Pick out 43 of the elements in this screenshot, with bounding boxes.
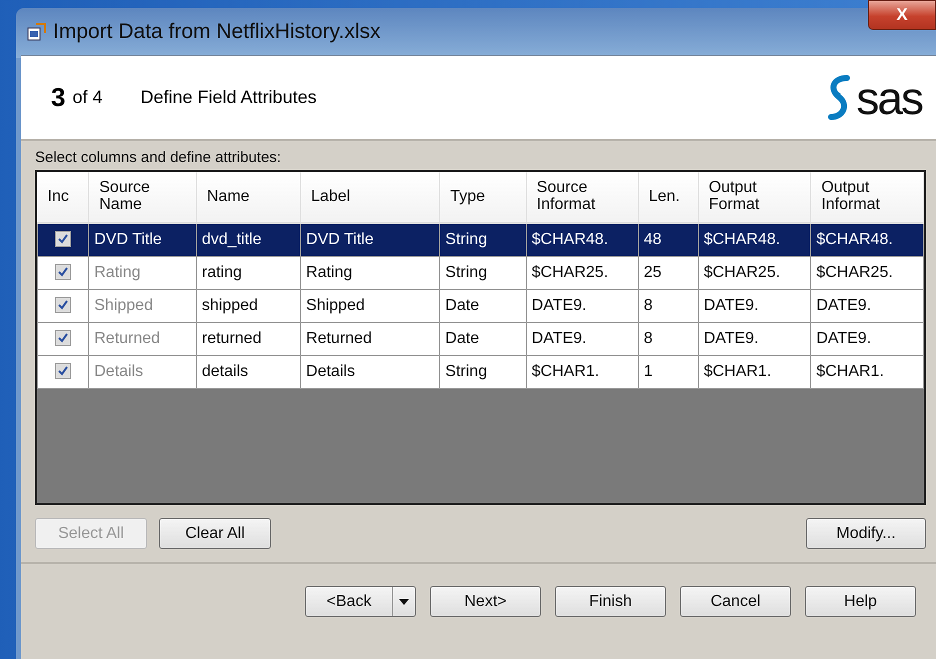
table-cell: String xyxy=(440,356,526,388)
table-cell: $CHAR1. xyxy=(526,356,638,388)
column-header[interactable]: Type xyxy=(440,172,526,223)
table-row[interactable]: Shipped shipped Shipped Date DATE9. 8 DATE9. DATE9. xyxy=(38,290,924,322)
table-cell: Details xyxy=(300,356,440,388)
modify-button[interactable]: Modify... xyxy=(806,518,926,549)
close-button[interactable]: X xyxy=(868,0,936,30)
include-checkbox[interactable] xyxy=(55,231,72,247)
logo-text: sas xyxy=(856,74,922,120)
wizard-button[interactable]: Help xyxy=(805,586,916,617)
window-title: Import Data from NetflixHistory.xlsx xyxy=(53,20,380,44)
column-header[interactable]: Source Name xyxy=(88,172,196,223)
table-cell: $CHAR1. xyxy=(810,356,924,388)
back-button[interactable]: <Back xyxy=(305,586,416,617)
column-header[interactable]: Inc xyxy=(38,172,89,223)
include-checkbox[interactable] xyxy=(55,297,72,313)
table-row[interactable]: Returned returned Returned Date DATE9. 8 DATE9. DATE9. xyxy=(38,322,924,356)
wizard-button[interactable]: Cancel xyxy=(680,586,791,617)
table-row[interactable]: Rating rating Rating String $CHAR25. 25 $CHAR25. $CHAR25. xyxy=(38,256,924,290)
import-icon xyxy=(27,22,47,42)
column-header[interactable]: Source Informat xyxy=(526,172,638,223)
wizard-button[interactable]: Finish xyxy=(555,586,666,617)
table-cell: 1 xyxy=(638,356,698,388)
step-title: Define Field Attributes xyxy=(140,87,318,108)
column-header[interactable]: Name xyxy=(196,172,301,223)
table-cell: details xyxy=(196,356,301,388)
step-number: 3 xyxy=(51,82,66,113)
include-checkbox[interactable] xyxy=(55,264,72,280)
step-total: of 4 xyxy=(72,87,102,108)
table-cell: Details xyxy=(88,356,196,388)
column-header[interactable]: Output Format xyxy=(698,172,811,223)
column-header[interactable]: Output Informat xyxy=(810,172,924,223)
table-row[interactable]: DVD Title dvd_title DVD Title String $CHAR48. 48 $CHAR48. $CHAR48. xyxy=(38,223,924,256)
table-row[interactable]: Details details Details String $CHAR1. 1 $CHAR1. $CHAR1. xyxy=(38,356,924,388)
caret-icon xyxy=(399,598,409,604)
table-cell: $CHAR1. xyxy=(698,356,811,388)
include-checkbox[interactable] xyxy=(55,330,72,346)
column-header[interactable]: Len. xyxy=(638,172,698,223)
clear-all-button[interactable]: Clear All xyxy=(159,518,271,549)
table-caption: Select columns and define attributes: xyxy=(35,149,282,166)
column-header[interactable]: Label xyxy=(300,172,440,223)
include-checkbox[interactable] xyxy=(55,363,72,379)
wizard-button[interactable]: Next> xyxy=(430,586,541,617)
